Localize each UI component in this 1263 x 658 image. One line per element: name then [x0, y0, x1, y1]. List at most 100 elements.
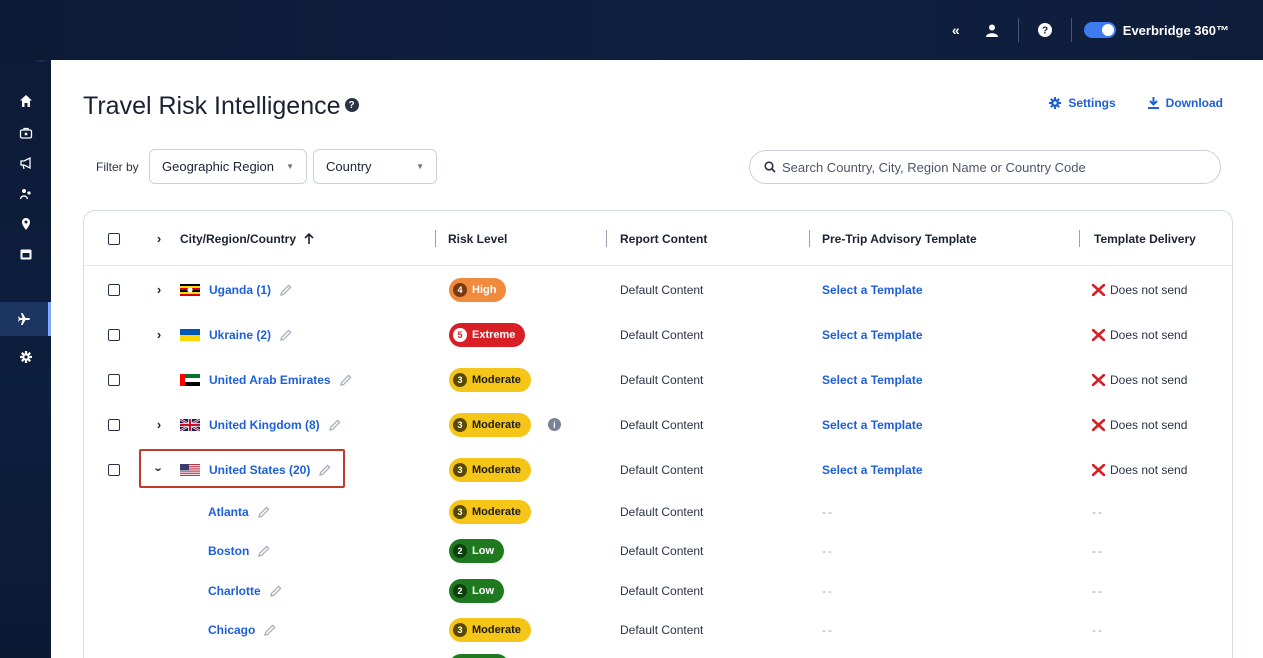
column-label: Risk Level — [448, 231, 508, 246]
column-label: Template Delivery — [1094, 231, 1196, 246]
country-link[interactable]: United States (20) — [209, 463, 310, 477]
table-sub-row[interactable]: Charlotte 2 Low Default Content -- -- — [84, 571, 1232, 611]
info-icon[interactable]: i — [547, 418, 561, 431]
delivery-empty: -- — [1092, 623, 1104, 637]
select-template-link[interactable]: Select a Template — [822, 418, 923, 432]
header-actions: Settings Download — [1049, 96, 1223, 110]
report-content-cell: Default Content — [620, 571, 703, 611]
delivery-label: Does not send — [1110, 462, 1188, 477]
title-help-icon[interactable]: ? — [344, 98, 359, 113]
row-expand-cell: › — [152, 447, 167, 492]
location-cell: United States (20) — [180, 447, 331, 492]
select-all-checkbox[interactable] — [108, 232, 120, 245]
column-header-risk-level[interactable]: Risk Level — [448, 211, 507, 266]
location-cell: Uganda (1) — [180, 267, 292, 312]
row-checkbox[interactable] — [108, 283, 120, 296]
sidebar-item-location-pin[interactable] — [0, 209, 51, 239]
table-sub-row[interactable]: Atlanta 3 Moderate Default Content -- -- — [84, 492, 1232, 532]
sidebar-item-megaphone[interactable] — [0, 148, 51, 178]
table-row[interactable]: United Arab Emirates 3 Moderate Default Con… — [84, 357, 1232, 402]
edit-pencil-icon[interactable] — [264, 624, 276, 636]
chevron-right-icon[interactable]: › — [152, 282, 166, 297]
table-row[interactable]: › United Kingdom (8) 3 Moderate i Default Con… — [84, 402, 1232, 447]
sidebar-item-calendar[interactable] — [0, 239, 51, 269]
risk-number: 3 — [453, 372, 467, 387]
no-send-icon — [1092, 373, 1105, 386]
select-template-link[interactable]: Select a Template — [822, 328, 923, 342]
edit-pencil-icon[interactable] — [269, 585, 282, 597]
city-link[interactable]: Boston — [208, 544, 249, 558]
country-select[interactable]: Country ▼ — [313, 149, 437, 184]
select-template-link[interactable]: Select a Template — [822, 463, 923, 477]
country-link[interactable]: Ukraine (2) — [209, 328, 271, 342]
table-sub-row[interactable]: Boston 2 Low Default Content -- -- — [84, 531, 1232, 571]
user-icon[interactable] — [978, 16, 1006, 44]
column-header-location[interactable]: City/Region/Country — [180, 211, 314, 266]
search-field[interactable] — [749, 150, 1221, 184]
column-divider — [1079, 230, 1080, 247]
delivery-cell: Does not send — [1092, 447, 1187, 492]
mode-toggle[interactable] — [1083, 22, 1116, 38]
row-checkbox[interactable] — [108, 418, 120, 431]
chevron-right-icon[interactable]: › — [152, 231, 166, 246]
gear-icon — [19, 351, 32, 363]
table-header: › City/Region/Country Risk Level Report … — [84, 211, 1232, 266]
column-header-template[interactable]: Pre-Trip Advisory Template — [822, 211, 977, 266]
edit-pencil-icon[interactable] — [257, 506, 270, 518]
edit-pencil-icon[interactable] — [280, 328, 292, 341]
column-header-delivery[interactable]: Template Delivery — [1094, 211, 1196, 266]
sort-ascending-icon[interactable] — [304, 233, 314, 244]
location-pin-icon — [21, 218, 30, 230]
download-icon — [1147, 97, 1159, 109]
help-icon[interactable]: ? — [1031, 16, 1059, 44]
row-checkbox[interactable] — [108, 463, 120, 476]
city-link[interactable]: Atlanta — [208, 505, 249, 519]
report-content: Default Content — [620, 417, 704, 432]
chevron-right-icon[interactable]: › — [152, 417, 166, 432]
country-link[interactable]: United Arab Emirates — [209, 373, 331, 387]
chevron-right-icon[interactable]: › — [152, 327, 166, 342]
row-checkbox[interactable] — [108, 328, 120, 341]
risk-label: Moderate — [472, 418, 521, 431]
select-template-link[interactable]: Select a Template — [822, 373, 923, 387]
geographic-region-select[interactable]: Geographic Region ▼ — [149, 149, 307, 184]
risk-cell: 3 Moderate — [449, 610, 531, 650]
double-chevron-left-icon[interactable]: « — [942, 16, 970, 44]
template-empty: -- — [822, 544, 834, 558]
edit-pencil-icon[interactable] — [280, 283, 292, 296]
report-content: Default Content — [620, 623, 704, 637]
risk-number: 5 — [453, 327, 467, 342]
table-row[interactable]: › Ukraine (2) 5 Extreme Default Content Selec… — [84, 312, 1232, 357]
select-template-link[interactable]: Select a Template — [822, 283, 923, 297]
download-button[interactable]: Download — [1147, 96, 1223, 110]
country-link[interactable]: Uganda (1) — [209, 283, 271, 297]
edit-pencil-icon[interactable] — [339, 373, 352, 386]
edit-pencil-icon[interactable] — [328, 418, 341, 431]
sidebar-item-gear[interactable] — [0, 342, 51, 372]
megaphone-icon — [19, 156, 31, 170]
row-expand-cell: › — [152, 267, 166, 312]
sidebar-item-airplane[interactable] — [0, 302, 51, 336]
edit-pencil-icon[interactable] — [258, 545, 270, 557]
table-row[interactable]: › Uganda (1) 4 High Default Content Select a … — [84, 267, 1232, 312]
report-content-cell: Default Content — [620, 531, 703, 571]
table-sub-row[interactable]: Chicago 3 Moderate Default Content -- -- — [84, 610, 1232, 650]
divider — [1017, 18, 1019, 42]
column-header-report-content[interactable]: Report Content — [620, 211, 707, 266]
report-content-cell: Default Content — [620, 267, 703, 312]
search-input[interactable] — [782, 159, 1202, 175]
row-checkbox[interactable] — [108, 373, 120, 386]
table-row[interactable]: › United States (20) 3 Moderate Default Cont… — [84, 447, 1232, 492]
sidebar-item-dashboard[interactable] — [0, 118, 51, 148]
city-link[interactable]: Chicago — [208, 623, 255, 637]
settings-button[interactable]: Settings — [1049, 96, 1116, 110]
delivery-label: Does not send — [1110, 282, 1188, 297]
sidebar-item-people[interactable] — [0, 179, 51, 209]
edit-pencil-icon[interactable] — [319, 463, 331, 476]
sidebar-item-home[interactable] — [0, 86, 51, 116]
risk-badge-low: 2 Low — [449, 539, 504, 563]
country-link[interactable]: United Kingdom (8) — [209, 418, 320, 432]
chevron-down-icon[interactable]: › — [152, 463, 167, 477]
brand-label: Everbridge 360™ — [1122, 22, 1229, 38]
city-link[interactable]: Charlotte — [208, 584, 261, 598]
